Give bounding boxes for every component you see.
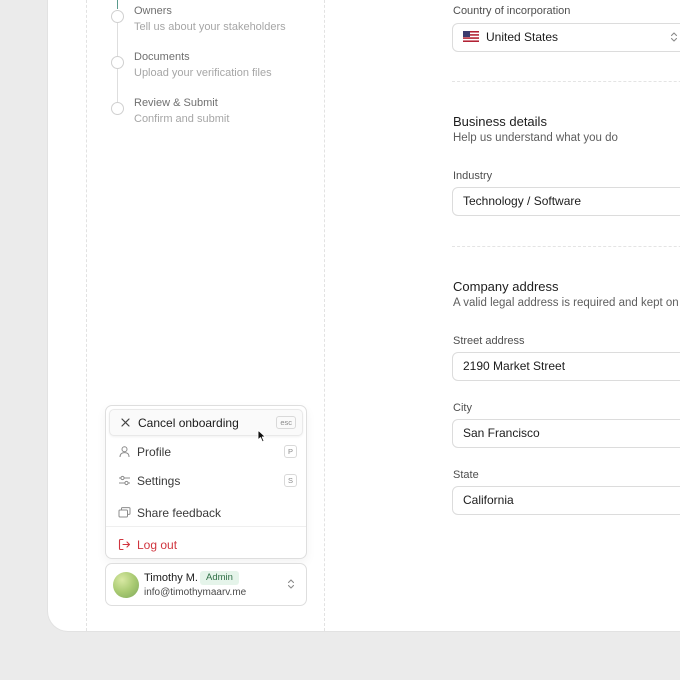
step-title: Review & Submit [134, 97, 218, 109]
divider [86, 0, 87, 631]
step-title: Owners [134, 5, 172, 17]
city-label: City [453, 402, 472, 414]
avatar [113, 572, 139, 598]
country-label: Country of incorporation [453, 5, 571, 17]
mouse-cursor-icon [257, 429, 267, 443]
menu-separator [106, 526, 306, 527]
state-input[interactable]: California [452, 486, 680, 515]
menu-item-share-feedback[interactable]: Share feedback [106, 499, 306, 527]
step-subtitle: Confirm and submit [134, 113, 230, 125]
chevron-up-down-icon [287, 579, 295, 589]
city-value: San Francisco [463, 426, 540, 440]
user-name: Timothy M. [144, 572, 198, 584]
menu-item-label: Settings [137, 474, 181, 488]
country-value: United States [486, 30, 559, 44]
us-flag-icon [463, 31, 479, 42]
street-address-label: Street address [453, 335, 525, 347]
business-details-title: Business details [453, 114, 547, 129]
shortcut-badge: P [283, 445, 297, 458]
industry-input[interactable]: Technology / Software [452, 187, 680, 216]
menu-item-log-out[interactable]: Log out [106, 531, 306, 559]
menu-item-label: Profile [137, 445, 172, 459]
divider [452, 246, 680, 247]
company-address-title: Company address [453, 279, 559, 294]
menu-item-label: Share feedback [137, 506, 222, 520]
step-active-line [117, 0, 118, 9]
account-menu: Cancel onboarding esc Profile P Settings… [105, 405, 307, 559]
street-address-value: 2190 Market Street [463, 359, 566, 373]
user-switcher[interactable]: Timothy M. Admin info@timothymaarv.me [105, 563, 307, 606]
close-icon [121, 418, 130, 427]
step-subtitle: Upload your verification files [134, 67, 272, 79]
step-dot [111, 10, 124, 23]
step-connector [117, 69, 118, 104]
menu-item-settings[interactable]: Settings S [106, 467, 306, 495]
step-title: Documents [134, 51, 190, 63]
step-connector [117, 23, 118, 58]
step-dot [111, 56, 124, 69]
user-icon [119, 446, 130, 458]
role-badge: Admin [200, 571, 239, 585]
menu-item-cancel-onboarding[interactable]: Cancel onboarding esc [109, 409, 303, 436]
industry-label: Industry [453, 170, 493, 182]
step-subtitle: Tell us about your stakeholders [134, 21, 286, 33]
divider [452, 81, 680, 82]
menu-item-profile[interactable]: Profile P [106, 438, 306, 466]
street-address-input[interactable]: 2190 Market Street [452, 352, 680, 381]
company-address-subtitle: A valid legal address is required and ke… [453, 297, 680, 309]
sliders-icon [119, 475, 130, 486]
business-details-subtitle: Help us understand what you do [453, 132, 618, 144]
step-dot [111, 102, 124, 115]
chevron-up-down-icon [670, 32, 678, 42]
logout-icon [118, 538, 131, 551]
shortcut-badge: S [283, 474, 297, 487]
chat-icon [118, 507, 131, 518]
state-value: California [463, 493, 514, 507]
user-email: info@timothymaarv.me [144, 587, 247, 598]
menu-item-label: Log out [137, 538, 178, 552]
menu-item-label: Cancel onboarding [138, 416, 239, 430]
city-input[interactable]: San Francisco [452, 419, 680, 448]
divider [324, 0, 325, 631]
state-label: State [453, 469, 479, 481]
country-select[interactable]: United States [452, 23, 680, 52]
shortcut-badge: esc [276, 416, 296, 429]
industry-value: Technology / Software [463, 194, 582, 208]
